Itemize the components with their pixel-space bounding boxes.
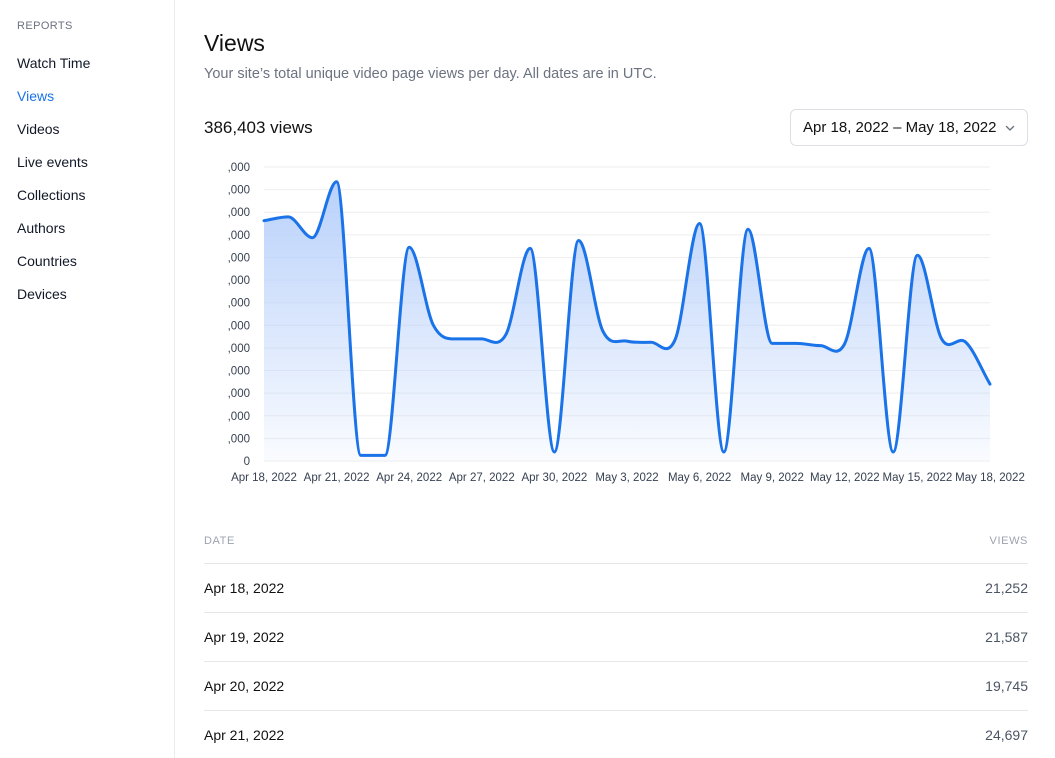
sidebar-item-live-events[interactable]: Live events [17,152,90,185]
data-point [358,452,364,458]
data-point [697,221,703,227]
row-date: Apr 21, 2022 [204,727,285,743]
data-point [503,331,509,337]
main-content: Views Your site’s total unique video pag… [204,0,1028,758]
total-views: 386,403 views [204,118,313,137]
data-point [576,238,582,244]
views-area-fill [264,181,990,461]
sidebar-item-watch-time[interactable]: Watch Time [17,53,90,86]
sidebar-item-countries[interactable]: Countries [17,251,90,284]
row-views: 19,745 [985,678,1028,694]
column-header-date[interactable]: DATE [204,535,235,547]
y-tick-label: 16,000 [228,275,250,287]
table-row: Apr 21, 2022 24,697 [204,711,1028,758]
y-tick-label: 20,000 [228,230,250,242]
x-tick-label: May 6, 2022 [668,472,731,484]
y-tick-label: 26,000 [228,162,250,174]
data-point [382,452,388,458]
table-row: Apr 18, 2022 21,252 [204,564,1028,613]
data-point [842,340,848,346]
data-point [818,343,824,349]
data-point [769,340,775,346]
data-point [624,338,630,344]
row-views: 21,252 [985,580,1028,596]
data-point [334,179,340,185]
sidebar-item-authors[interactable]: Authors [17,218,90,251]
data-point [479,336,485,342]
chevron-down-icon [1005,125,1015,131]
table-row: Apr 19, 2022 21,587 [204,613,1028,662]
y-tick-label: 0 [244,456,250,468]
data-point [963,339,969,345]
x-tick-label: Apr 24, 2022 [376,472,442,484]
data-point [939,336,945,342]
data-point [987,381,993,387]
date-range-value: Apr 18, 2022 – May 18, 2022 [803,119,997,136]
y-tick-label: 2,000 [228,433,250,445]
data-point [890,449,896,455]
page-subtitle: Your site’s total unique video page view… [204,66,657,82]
x-tick-label: May 9, 2022 [741,472,804,484]
x-tick-label: May 18, 2022 [955,472,1025,484]
data-point [527,245,533,251]
x-tick-label: Apr 21, 2022 [304,472,370,484]
data-point [600,328,606,334]
data-point [721,449,727,455]
date-range-select[interactable]: Apr 18, 2022 – May 18, 2022 [790,109,1028,146]
data-point [455,336,461,342]
views-chart: 0 2,000 4,000 6,000 8,000 10,000 12,000 14,000 1… [228,162,1025,484]
y-tick-label: 14,000 [228,298,250,310]
sidebar: REPORTS Watch Time Views Videos Live eve… [0,0,175,758]
x-tick-label: Apr 30, 2022 [521,472,587,484]
table-header: DATE VIEWS [204,518,1028,564]
x-tick-label: Apr 27, 2022 [449,472,515,484]
data-point [745,226,751,232]
data-point [914,252,920,258]
y-tick-label: 10,000 [228,343,250,355]
sidebar-item-videos[interactable]: Videos [17,119,90,152]
data-point [285,214,291,220]
x-tick-label: Apr 18, 2022 [231,472,297,484]
row-date: Apr 19, 2022 [204,629,285,645]
x-tick-label: May 12, 2022 [810,472,880,484]
page-title: Views [204,30,265,56]
y-tick-label: 22,000 [228,207,250,219]
row-views: 21,587 [985,629,1028,645]
table-row: Apr 20, 2022 19,745 [204,662,1028,711]
y-tick-label: 4,000 [228,411,250,423]
sidebar-nav: Watch Time Views Videos Live events Coll… [17,53,90,317]
y-tick-label: 12,000 [228,320,250,332]
data-point [672,336,678,342]
sidebar-item-devices[interactable]: Devices [17,284,90,317]
data-point [866,245,872,251]
y-tick-label: 8,000 [228,366,250,378]
column-header-views[interactable]: VIEWS [990,535,1028,547]
sidebar-item-collections[interactable]: Collections [17,185,90,218]
y-tick-label: 18,000 [228,252,250,264]
row-date: Apr 18, 2022 [204,580,285,596]
sidebar-item-views[interactable]: Views [17,86,90,119]
data-point [309,235,315,241]
data-point [551,449,557,455]
views-table: DATE VIEWS Apr 18, 2022 21,252 Apr 19, 2… [204,518,1028,758]
row-date: Apr 20, 2022 [204,678,285,694]
data-point [406,244,412,250]
x-tick-label: May 3, 2022 [595,472,658,484]
y-tick-label: 6,000 [228,388,250,400]
x-tick-label: May 15, 2022 [883,472,953,484]
data-point [261,218,267,224]
data-point [793,340,799,346]
row-views: 24,697 [985,727,1028,743]
data-point [648,339,654,345]
y-tick-label: 24,000 [228,185,250,197]
data-point [430,322,436,328]
sidebar-section-label: REPORTS [17,20,73,32]
